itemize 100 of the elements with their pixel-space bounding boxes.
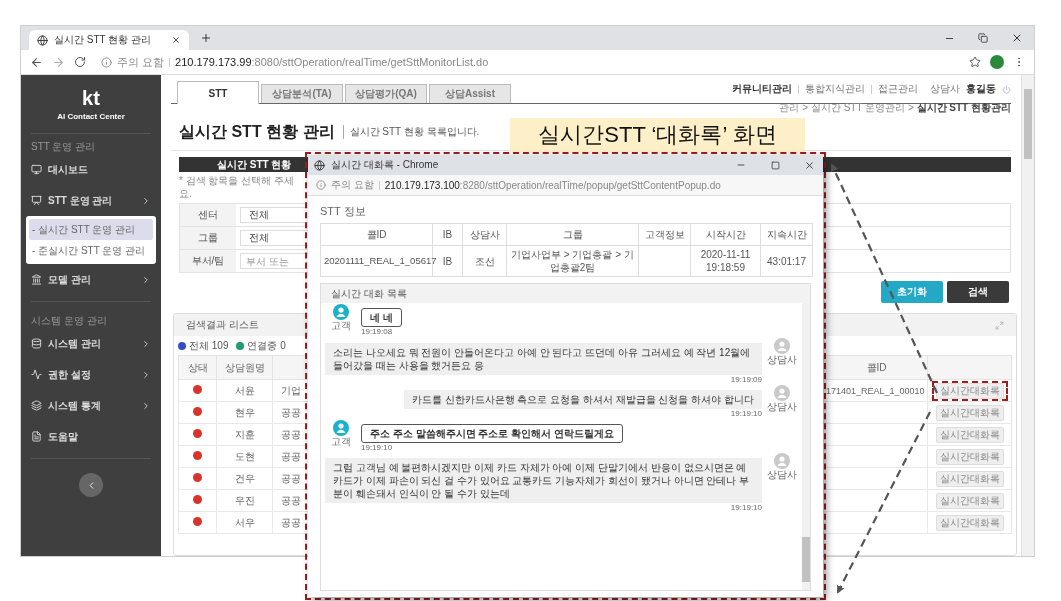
speaker-label: 고객 (331, 320, 351, 331)
message-time: 19:19:08 (361, 327, 393, 337)
column-header: IB (432, 223, 463, 246)
new-tab-icon[interactable] (200, 32, 212, 44)
close-icon[interactable] (171, 35, 181, 45)
table-cell: 조선 (462, 245, 507, 277)
url-text: 210.179.173.100:8280/sttOperation/realTime/popup/getSttContentPopup.do (384, 179, 721, 191)
message-bubble: 주소 주소 말씀해주시면 주소로 확인해서 연락드릴게요 (361, 423, 623, 443)
search-button[interactable]: 검색 (947, 281, 1009, 303)
speaker-label: 상담사 (767, 469, 797, 481)
column-header: 시작시간 (690, 223, 761, 246)
monitor-icon (31, 164, 42, 175)
breadcrumb: 관리 > 실시간 STT 운영관리 > 실시간 STT 현황관리 (779, 102, 1011, 114)
tab[interactable]: 상담평가(QA) (345, 84, 427, 103)
info-icon (316, 180, 326, 190)
forward-icon[interactable] (52, 55, 65, 69)
nav-link[interactable]: 통합지식관리 (805, 82, 865, 96)
star-icon[interactable] (969, 56, 981, 68)
url-text: 210.179.173.99:8080/sttOperation/realTime/getSttMonitorList.do (175, 56, 489, 68)
table-cell: 43:01:17 (760, 245, 813, 277)
column-header: 지속시간 (760, 223, 813, 246)
table-cell: 지훈 (216, 423, 273, 446)
menu-item[interactable]: 시스템 통계 (21, 390, 161, 421)
legend-label: 전체 109 (189, 338, 229, 353)
wave-icon (31, 369, 42, 380)
user-avatar-icon (333, 419, 349, 436)
menu-item[interactable]: 권한 설정 (21, 359, 161, 390)
user-avatar-icon (774, 385, 790, 402)
menu-item[interactable]: 도움말 (21, 421, 161, 452)
restore-icon[interactable] (978, 33, 988, 43)
security-warning: 주의 요함 (331, 178, 374, 192)
user-avatar-icon (774, 453, 790, 470)
back-icon[interactable] (30, 55, 43, 69)
tab[interactable]: 상담Assist (429, 84, 511, 103)
scrollbar[interactable] (1021, 75, 1034, 556)
address-bar[interactable]: 주의 요함 210.179.173.99:8080/sttOperation/realTime/getSttMonitorList.do (95, 53, 960, 71)
message-time: 19:19:10 (730, 503, 762, 513)
submenu-item[interactable]: - 준실시간 STT 운영 관리 (29, 240, 153, 261)
nav-link[interactable]: 커뮤니티관리 (732, 82, 792, 96)
menu-item[interactable]: 모델 관리 (21, 264, 161, 295)
submenu-item[interactable]: - 실시간 STT 운영 관리 (29, 219, 153, 240)
field-label: 부서/팀 (180, 250, 236, 272)
table-cell: 우진 (216, 489, 273, 512)
callout-label: 실시간STT ‘대화록’ 화면 (510, 118, 805, 152)
chevron-right-icon (141, 274, 151, 285)
globe-icon (314, 159, 325, 171)
menu-item[interactable]: 대시보드 (21, 154, 161, 185)
layers-icon (31, 400, 42, 411)
info-icon (101, 56, 112, 68)
collapse-button[interactable] (79, 473, 103, 497)
profile-icon[interactable] (990, 55, 1004, 69)
logo-subtitle: AI Contact Center (57, 111, 125, 121)
tab[interactable]: 상담분석(TA) (261, 84, 343, 103)
close-icon[interactable] (1011, 32, 1023, 44)
speaker-label: 상담사 (767, 353, 797, 365)
speaker-label: 상담사 (767, 401, 797, 413)
message-bubble: 소리는 나오세요 뭐 전원이 안들어온다고 아예 안 된다고 뜨던데 아유 그러세요 예 작년 12월에 들어갔을 때는 사용을 했거든요 응 (325, 342, 762, 375)
table-cell: 서우 (216, 511, 273, 534)
logo: kt (82, 87, 100, 108)
menu-item[interactable]: 시스템 관리 (21, 328, 161, 359)
table-cell: 기업사업부 > 기업총괄 > 기업총괄2팀 (506, 245, 639, 277)
section-label: STT 운영 관리 (30, 140, 97, 154)
chevron-right-icon (141, 369, 151, 380)
address-bar[interactable]: 주의 요함 210.179.173.100:8280/sttOperation/realTime/popup/getSttContentPopup.do (308, 175, 823, 196)
menu-item[interactable]: STT 운영 관리 (21, 185, 161, 216)
column-header: 콜ID (320, 223, 433, 246)
close-icon[interactable] (803, 159, 815, 171)
panel-title: 검색결과 리스트 (186, 318, 259, 332)
chevron-right-icon (141, 400, 151, 411)
tab[interactable]: STT (177, 81, 259, 104)
globe-icon (37, 34, 48, 46)
security-warning: 주의 요함 (117, 54, 165, 70)
table-cell: 건우 (216, 467, 273, 490)
nav-link[interactable]: 접근관리 (878, 82, 918, 96)
database-icon (31, 338, 42, 349)
user-avatar-icon (774, 337, 790, 354)
column-header: 콜ID (825, 355, 928, 380)
table-cell: 서윤 (216, 379, 273, 402)
message-bubble: 카드를 신한카드사은행 측으로 요청을 하셔서 재발급을 신청을 하셔야 합니다 (403, 390, 762, 410)
chevron-right-icon (141, 338, 151, 349)
legend-label: 연결중 0 (247, 338, 286, 353)
user-avatar-icon (333, 304, 349, 320)
field-label: 그룹 (180, 227, 236, 249)
browser-tab[interactable]: 실시간 STT 현황 관리 (29, 30, 189, 50)
maximize-icon[interactable] (770, 160, 780, 170)
popup-title: 실시간 대화록 - Chrome (331, 158, 440, 172)
speaker-label: 고객 (331, 435, 351, 447)
message-time: 19:19:10 (361, 442, 393, 453)
table-cell: 171401_REAL_1_00010 (825, 379, 928, 402)
column-header: 상담원명 (216, 355, 273, 380)
column-header: 그룹 (506, 223, 639, 246)
message-time: 19:19:09 (730, 374, 762, 385)
presentation-icon (31, 195, 42, 206)
reload-icon[interactable] (74, 56, 86, 68)
table-cell: 현우 (216, 401, 273, 424)
columns-icon (31, 274, 42, 285)
scrollbar[interactable] (802, 303, 810, 590)
user-name: 홍길동 (966, 82, 996, 96)
user-role: 상담사 (930, 82, 960, 96)
message-time: 19:19:10 (730, 409, 762, 419)
